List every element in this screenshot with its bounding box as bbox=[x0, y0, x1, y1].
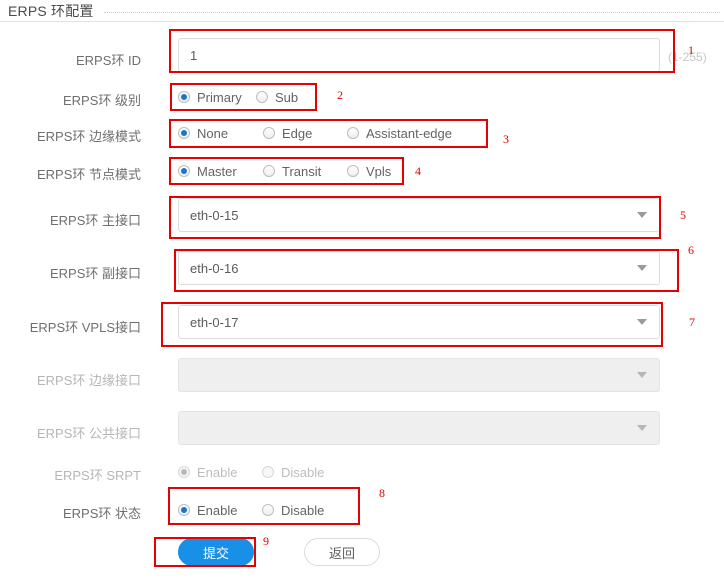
radio-edge-mode-none[interactable]: None bbox=[178, 126, 263, 141]
radio-node-mode-master[interactable]: Master bbox=[178, 164, 263, 179]
radio-label: Sub bbox=[275, 89, 299, 105]
common-port-select bbox=[178, 411, 660, 445]
ring-id-input[interactable] bbox=[178, 38, 660, 72]
field-secondary-port: eth-0-16 bbox=[178, 251, 660, 285]
label-primary-port: ERPS环 主接口 bbox=[49, 213, 141, 228]
label-edge-port: ERPS环 边缘接口 bbox=[36, 373, 141, 388]
label-vpls-port: ERPS环 VPLS接口 bbox=[29, 320, 141, 335]
label-ring-id: ERPS环 ID bbox=[75, 53, 141, 68]
radio-group-edge-mode: None Edge Assistant-edge bbox=[178, 122, 452, 144]
radio-label: Master bbox=[197, 163, 237, 179]
radio-state-enable[interactable]: Enable bbox=[178, 503, 262, 518]
annotation-number-5: 5 bbox=[680, 208, 686, 222]
radio-ring-level-primary[interactable]: Primary bbox=[178, 90, 256, 105]
label-state: ERPS环 状态 bbox=[62, 506, 141, 521]
select-value: eth-0-15 bbox=[190, 207, 239, 223]
radio-edge-mode-assistant-edge[interactable]: Assistant-edge bbox=[347, 126, 452, 141]
field-node-mode: Master Transit Vpls bbox=[178, 160, 391, 182]
radio-group-state: Enable Disable bbox=[178, 499, 324, 521]
page-header: ERPS 环配置 bbox=[0, 0, 724, 22]
radio-mark-icon bbox=[178, 127, 190, 139]
radio-mark-icon bbox=[178, 504, 190, 516]
radio-label: Enable bbox=[197, 464, 238, 480]
vpls-port-select[interactable]: eth-0-17 bbox=[178, 305, 660, 339]
chevron-down-icon bbox=[637, 372, 647, 378]
field-srpt: Enable Disable bbox=[178, 461, 324, 483]
ring-id-range-hint: (1-255) bbox=[668, 50, 707, 64]
radio-mark-icon bbox=[178, 91, 190, 103]
annotation-number-3: 3 bbox=[503, 132, 509, 146]
field-ring-level: Primary Sub bbox=[178, 86, 298, 108]
field-primary-port: eth-0-15 bbox=[178, 198, 660, 232]
annotation-number-7: 7 bbox=[689, 315, 695, 329]
radio-srpt-disable: Disable bbox=[262, 465, 324, 480]
radio-mark-icon bbox=[347, 127, 359, 139]
radio-label: Assistant-edge bbox=[366, 125, 452, 141]
radio-mark-icon bbox=[178, 466, 190, 478]
radio-group-ring-level: Primary Sub bbox=[178, 86, 298, 108]
field-edge-port bbox=[178, 358, 660, 392]
field-ring-id bbox=[178, 38, 660, 72]
field-common-port bbox=[178, 411, 660, 445]
form-actions: 提交 返回 bbox=[178, 538, 380, 566]
label-ring-level: ERPS环 级别 bbox=[62, 93, 141, 108]
select-value: eth-0-17 bbox=[190, 314, 239, 330]
header-dotted-rule bbox=[103, 12, 720, 13]
radio-mark-icon bbox=[347, 165, 359, 177]
label-edge-mode: ERPS环 边缘模式 bbox=[36, 129, 141, 144]
primary-port-select[interactable]: eth-0-15 bbox=[178, 198, 660, 232]
field-vpls-port: eth-0-17 bbox=[178, 305, 660, 339]
annotation-number-4: 4 bbox=[415, 164, 421, 178]
radio-group-srpt: Enable Disable bbox=[178, 461, 324, 483]
radio-node-mode-vpls[interactable]: Vpls bbox=[347, 164, 391, 179]
header-divider bbox=[0, 21, 724, 22]
back-button[interactable]: 返回 bbox=[304, 538, 380, 566]
radio-state-disable[interactable]: Disable bbox=[262, 503, 324, 518]
annotation-number-8: 8 bbox=[379, 486, 385, 500]
field-edge-mode: None Edge Assistant-edge bbox=[178, 122, 452, 144]
radio-ring-level-sub[interactable]: Sub bbox=[256, 90, 298, 105]
radio-label: Edge bbox=[282, 125, 313, 141]
submit-button[interactable]: 提交 bbox=[178, 538, 254, 566]
radio-label: Transit bbox=[282, 163, 322, 179]
radio-label: Disable bbox=[281, 502, 325, 518]
radio-label: Primary bbox=[197, 89, 242, 105]
radio-label: None bbox=[197, 125, 229, 141]
radio-label: Vpls bbox=[366, 163, 392, 179]
radio-mark-icon bbox=[178, 165, 190, 177]
select-value: eth-0-16 bbox=[190, 260, 239, 276]
page-title: ERPS 环配置 bbox=[8, 3, 94, 19]
edge-port-select bbox=[178, 358, 660, 392]
label-srpt: ERPS环 SRPT bbox=[54, 468, 141, 483]
chevron-down-icon bbox=[637, 319, 647, 325]
radio-label: Disable bbox=[281, 464, 325, 480]
label-common-port: ERPS环 公共接口 bbox=[36, 426, 141, 441]
radio-srpt-enable: Enable bbox=[178, 465, 262, 480]
radio-mark-icon bbox=[263, 165, 275, 177]
radio-mark-icon bbox=[262, 466, 274, 478]
label-node-mode: ERPS环 节点模式 bbox=[36, 167, 141, 182]
radio-mark-icon bbox=[256, 91, 268, 103]
annotation-number-6: 6 bbox=[688, 243, 694, 257]
radio-group-node-mode: Master Transit Vpls bbox=[178, 160, 391, 182]
label-secondary-port: ERPS环 副接口 bbox=[49, 266, 141, 281]
chevron-down-icon bbox=[637, 212, 647, 218]
secondary-port-select[interactable]: eth-0-16 bbox=[178, 251, 660, 285]
radio-node-mode-transit[interactable]: Transit bbox=[263, 164, 347, 179]
chevron-down-icon bbox=[637, 265, 647, 271]
radio-mark-icon bbox=[263, 127, 275, 139]
radio-mark-icon bbox=[262, 504, 274, 516]
chevron-down-icon bbox=[637, 425, 647, 431]
radio-label: Enable bbox=[197, 502, 238, 518]
annotation-number-2: 2 bbox=[337, 88, 343, 102]
field-state: Enable Disable bbox=[178, 499, 324, 521]
radio-edge-mode-edge[interactable]: Edge bbox=[263, 126, 347, 141]
